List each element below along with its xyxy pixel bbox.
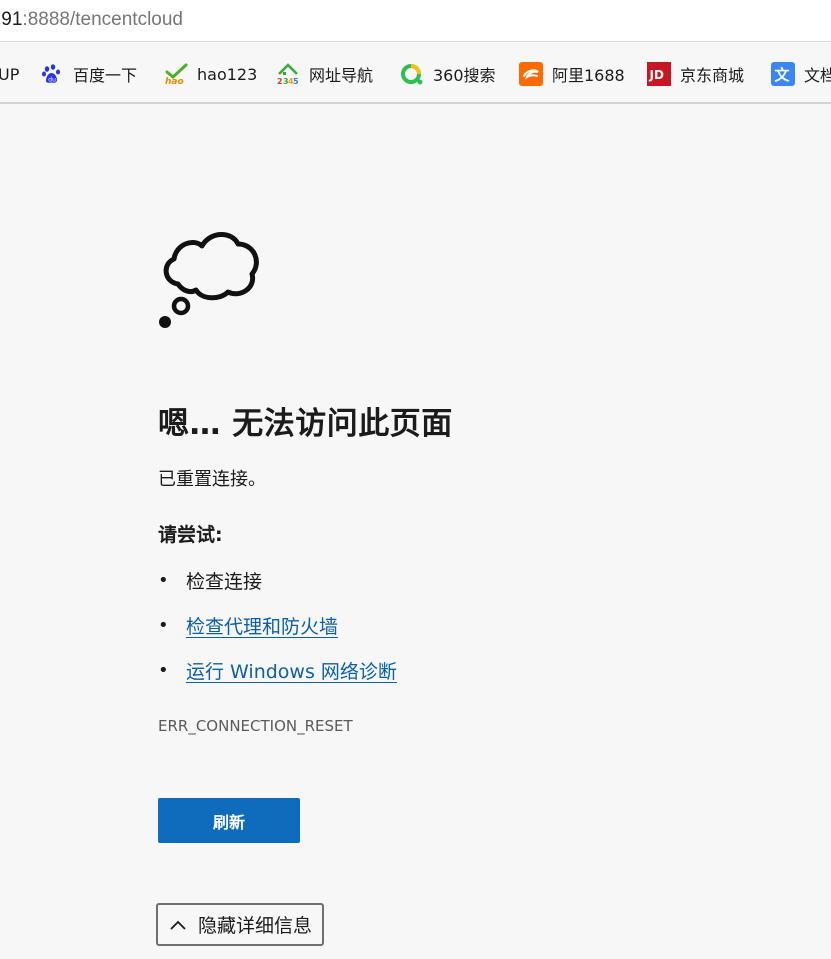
suggestion-text: 检查连接 xyxy=(186,571,263,593)
svg-text:5: 5 xyxy=(293,77,299,86)
suggestion-check-proxy: • 检查代理和防火墙 xyxy=(158,612,338,639)
hide-details-button[interactable]: 隐藏详细信息 xyxy=(156,903,324,946)
bookmark-doc[interactable]: 文 文档 xyxy=(771,61,831,87)
bookmark-up[interactable]: UP xyxy=(0,61,19,87)
svg-text:JD: JD xyxy=(649,68,664,82)
svg-text:文: 文 xyxy=(775,66,791,84)
bookmark-2345[interactable]: 2 3 4 5 网址导航 xyxy=(276,61,373,87)
2345-house-icon: 2 3 4 5 xyxy=(276,62,300,86)
bullet: • xyxy=(158,660,169,681)
bookmark-label: 百度一下 xyxy=(73,66,138,85)
bookmarks-bar: UP du 百度一下 hao hao123 2 3 4 5 网址导航 360搜索… xyxy=(0,43,831,104)
bookmark-360[interactable]: 360搜索 xyxy=(400,61,496,87)
bookmark-jd[interactable]: JD 京东商城 xyxy=(647,61,744,87)
svg-text:du: du xyxy=(48,77,56,84)
chevron-up-icon xyxy=(158,905,198,944)
url-path: :8888/tencentcloud xyxy=(22,9,183,30)
thinking-cloud-icon xyxy=(156,226,264,330)
bookmark-label: 阿里1688 xyxy=(552,66,625,85)
bookmark-label: UP xyxy=(0,64,20,84)
svg-text:2: 2 xyxy=(277,77,283,86)
bookmark-label: 网址导航 xyxy=(309,66,374,85)
bookmark-label: 京东商城 xyxy=(680,66,745,85)
url-text[interactable]: .91:8888/tencentcloud xyxy=(0,9,183,31)
bookmark-label: 文档 xyxy=(804,66,831,85)
hide-details-label: 隐藏详细信息 xyxy=(198,915,313,937)
bookmark-1688[interactable]: 阿里1688 xyxy=(519,61,625,87)
bullet: • xyxy=(158,570,169,591)
network-diagnostics-link[interactable]: 运行 Windows 网络诊断 xyxy=(186,657,397,684)
try-label: 请尝试: xyxy=(158,524,223,546)
360-search-icon xyxy=(400,62,424,86)
page-title: 嗯… 无法访问此页面 xyxy=(158,406,453,442)
suggestion-check-connection: • 检查连接 xyxy=(158,567,262,594)
error-code: ERR_CONNECTION_RESET xyxy=(158,717,353,735)
refresh-button[interactable]: 刷新 xyxy=(158,798,300,843)
bookmark-label: hao123 xyxy=(197,64,258,84)
suggestion-run-diagnostics: • 运行 Windows 网络诊断 xyxy=(158,657,397,684)
url-host: .91 xyxy=(0,9,23,30)
bullet: • xyxy=(158,615,169,636)
bookmark-label: 360搜索 xyxy=(433,66,496,85)
bookmark-baidu[interactable]: du 百度一下 xyxy=(40,61,137,87)
alibaba-icon xyxy=(519,62,543,86)
check-proxy-firewall-link[interactable]: 检查代理和防火墙 xyxy=(186,612,338,639)
address-bar[interactable]: .91:8888/tencentcloud xyxy=(0,0,831,42)
error-description: 已重置连接。 xyxy=(158,469,266,490)
doc-translate-icon: 文 xyxy=(771,62,795,86)
baidu-paw-icon: du xyxy=(40,62,64,86)
bookmark-hao123[interactable]: hao hao123 xyxy=(164,61,257,87)
jd-icon: JD xyxy=(647,62,671,86)
svg-text:hao: hao xyxy=(165,77,184,86)
hao123-icon: hao xyxy=(164,62,188,87)
